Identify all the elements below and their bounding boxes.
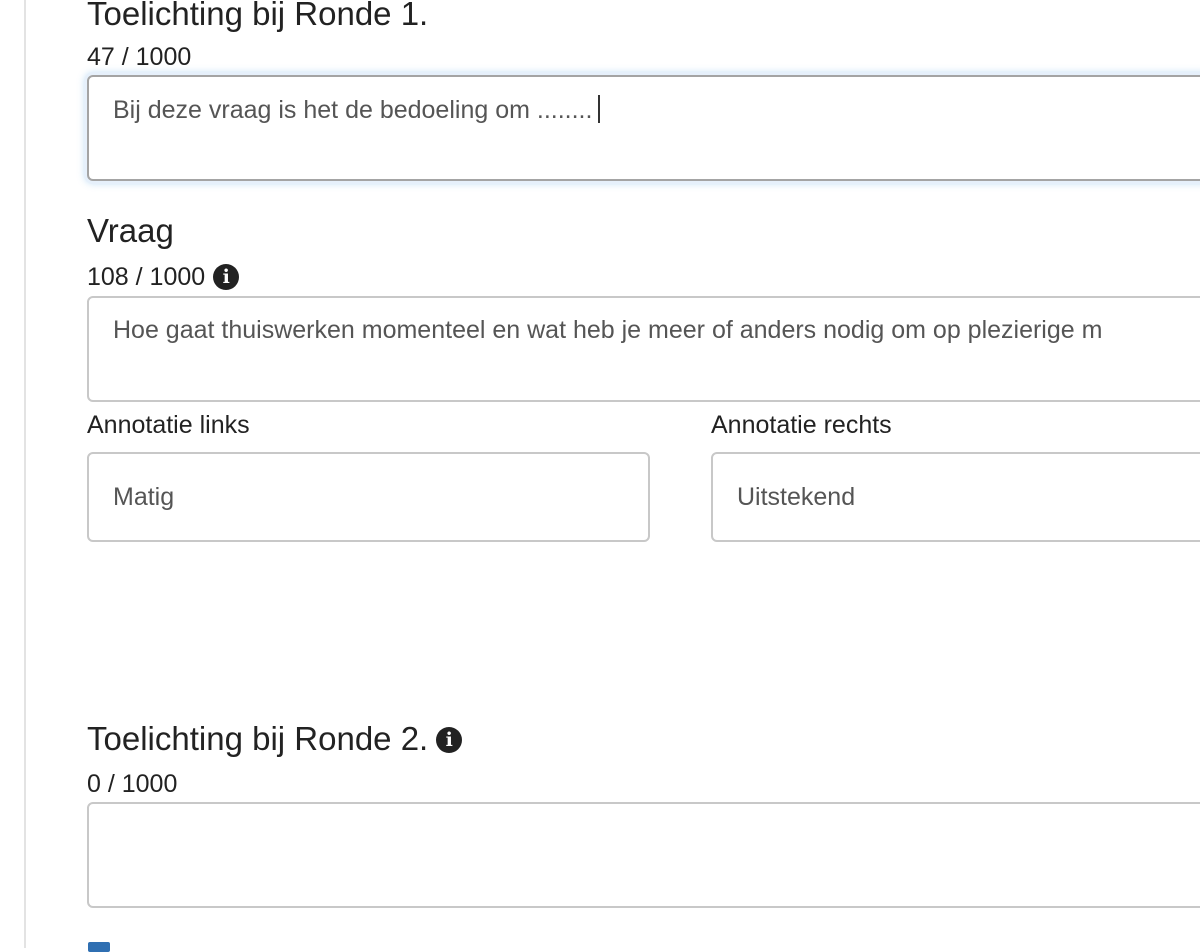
annotatie-rechts-label: Annotatie rechts bbox=[711, 411, 892, 439]
ronde2-char-counter: 0 / 1000 bbox=[87, 770, 178, 798]
vraag-counter-row: 108 / 1000 i bbox=[87, 263, 240, 291]
checkbox[interactable] bbox=[88, 942, 110, 952]
vraag-char-counter: 108 / 1000 bbox=[87, 263, 206, 291]
ronde2-title: Toelichting bij Ronde 2. bbox=[87, 720, 429, 757]
vraag-title: Vraag bbox=[87, 212, 174, 249]
ronde2-explanation-textarea[interactable] bbox=[87, 802, 1200, 908]
ronde1-explanation-textarea[interactable]: Bij deze vraag is het de bedoeling om ..… bbox=[87, 75, 1200, 181]
annotatie-links-value: Matig bbox=[113, 483, 175, 511]
vraag-textarea[interactable]: Hoe gaat thuiswerken momenteel en wat he… bbox=[87, 296, 1200, 402]
ronde1-title: Toelichting bij Ronde 1. bbox=[87, 0, 429, 32]
annotatie-rechts-value: Uitstekend bbox=[737, 483, 856, 511]
annotatie-links-label: Annotatie links bbox=[87, 411, 250, 439]
ronde1-char-counter: 47 / 1000 bbox=[87, 43, 192, 71]
ronde1-explanation-text: Bij deze vraag is het de bedoeling om ..… bbox=[113, 96, 593, 124]
left-border-line bbox=[24, 0, 26, 948]
vraag-text: Hoe gaat thuiswerken momenteel en wat he… bbox=[113, 316, 1103, 344]
ronde2-title-row: Toelichting bij Ronde 2. i bbox=[87, 720, 463, 757]
info-circle-icon[interactable]: i bbox=[213, 264, 240, 290]
annotatie-rechts-input[interactable]: Uitstekend bbox=[711, 452, 1200, 542]
annotatie-links-input[interactable]: Matig bbox=[87, 452, 650, 542]
text-caret bbox=[598, 95, 601, 123]
info-circle-icon[interactable]: i bbox=[436, 727, 463, 753]
